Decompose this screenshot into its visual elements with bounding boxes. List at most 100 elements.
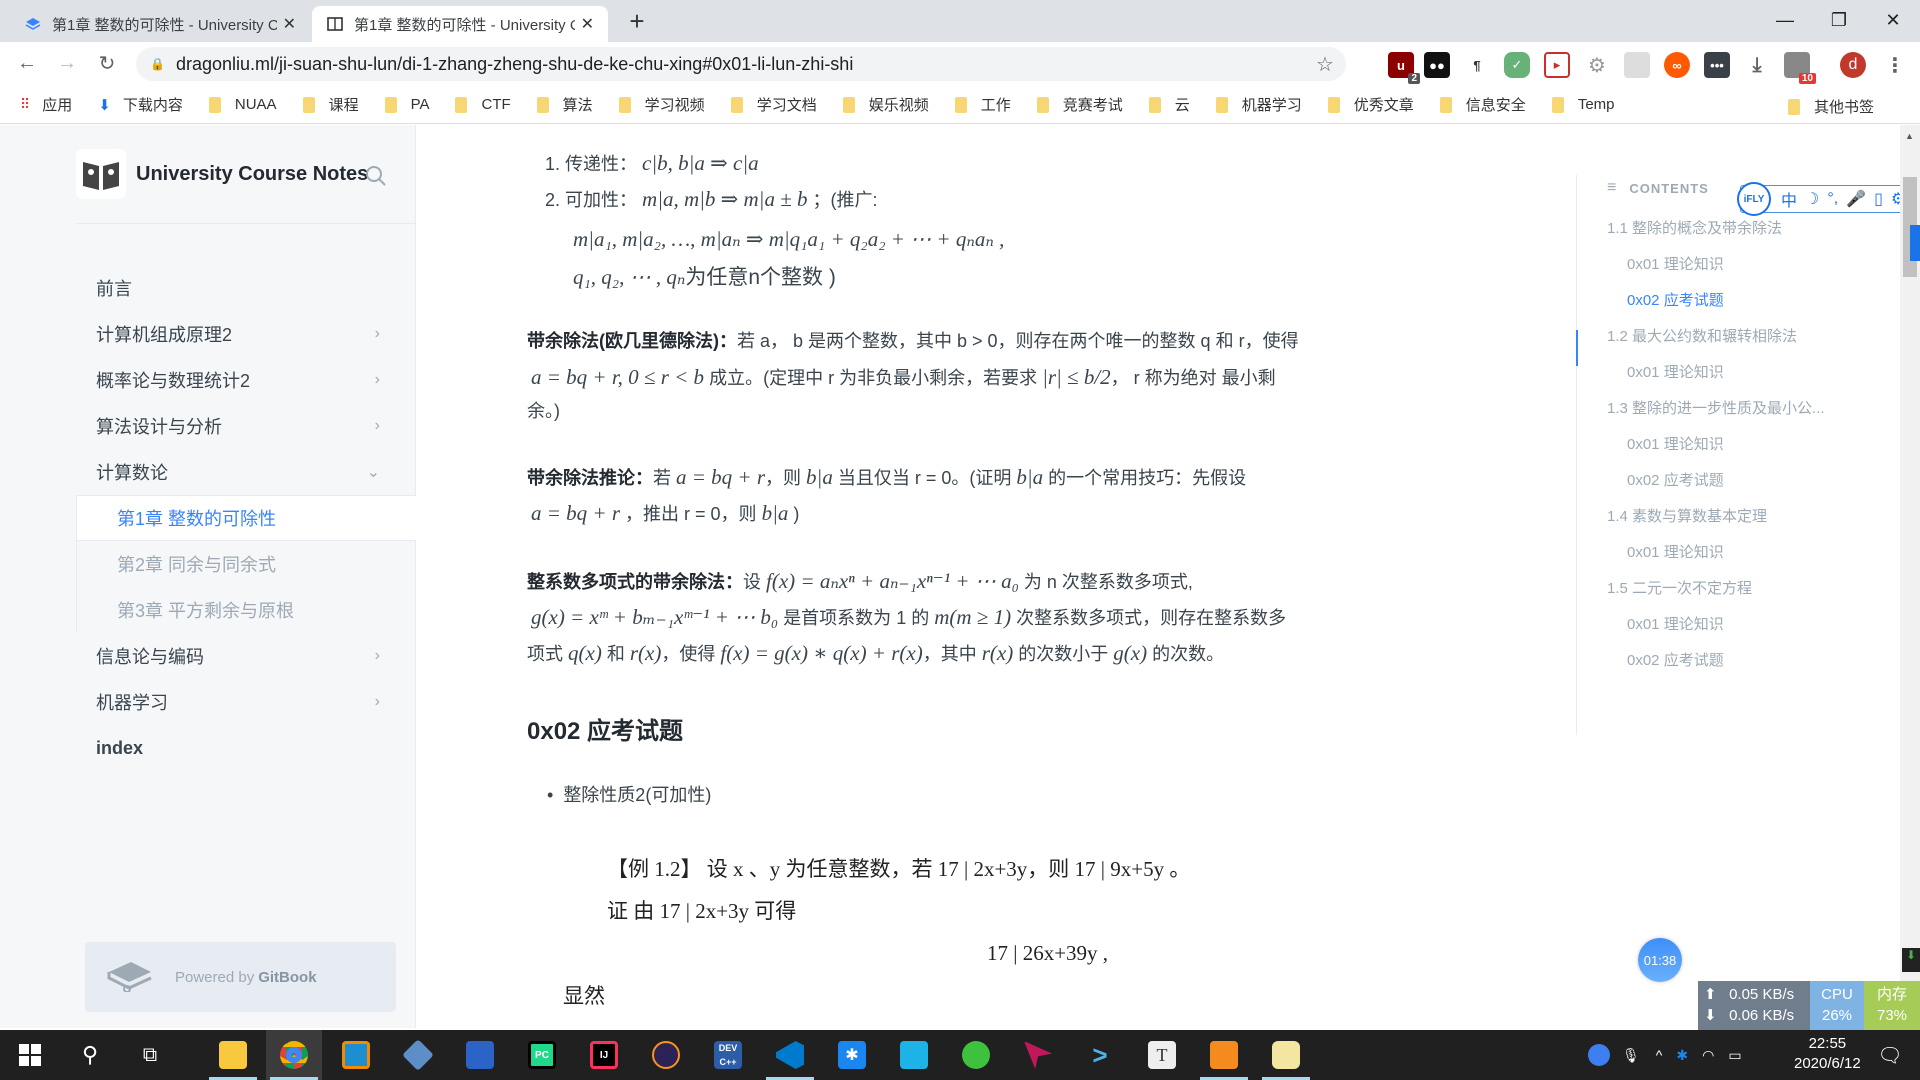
toc-item[interactable]: 1.4 素数与算数基本定理	[1607, 505, 1767, 526]
profile-avatar[interactable]: d	[1840, 52, 1866, 78]
forward-button[interactable]: →	[52, 48, 82, 78]
minimize-button[interactable]: —	[1758, 0, 1812, 40]
bookmark-folder[interactable]: 云	[1148, 94, 1190, 115]
tab-active[interactable]: 第1章 整数的可除性 - University Course Notes ✕	[312, 6, 608, 42]
toc-item[interactable]: 0x01 理论知识	[1627, 613, 1724, 634]
eclipse-icon[interactable]	[638, 1030, 694, 1080]
wechat-icon[interactable]	[948, 1030, 1004, 1080]
tab-inactive[interactable]: 第1章 整数的可除性 - University Course Notes ✕	[10, 6, 310, 42]
ublock-icon[interactable]: u2	[1388, 52, 1420, 84]
virtualbox-icon[interactable]	[390, 1030, 446, 1080]
bookmark-folder[interactable]: 优秀文章	[1327, 94, 1414, 115]
toc-item[interactable]: 0x01 理论知识	[1627, 253, 1724, 274]
back-button[interactable]: ←	[12, 48, 42, 78]
pycharm-icon[interactable]: PC	[514, 1030, 570, 1080]
toc-item[interactable]: 0x01 理论知识	[1627, 361, 1724, 382]
close-tab-icon[interactable]: ✕	[581, 14, 594, 34]
lanxin-icon[interactable]: ✱	[824, 1030, 880, 1080]
close-tab-icon[interactable]: ✕	[283, 14, 296, 34]
new-tab-button[interactable]: +	[622, 6, 652, 36]
down-arrow-icon[interactable]: ⬇	[1902, 948, 1920, 972]
moon-icon[interactable]: ☽	[1805, 189, 1819, 209]
chevron-right-icon[interactable]: ›	[375, 417, 380, 435]
lanxin-tray-icon[interactable]: ✱	[1676, 1047, 1688, 1064]
search-icon[interactable]: ⚲	[62, 1030, 118, 1080]
close-window-button[interactable]: ✕	[1866, 0, 1920, 40]
toc-item[interactable]: 0x01 理论知识	[1627, 541, 1724, 562]
toc-item[interactable]: 0x01 理论知识	[1627, 433, 1724, 454]
foxit-pdf-icon[interactable]	[1196, 1030, 1252, 1080]
powered-by-gitbook[interactable]: Powered by GitBook	[85, 942, 396, 1012]
cleanup-icon[interactable]	[1258, 1030, 1314, 1080]
download-icon[interactable]: ⤓	[1744, 52, 1770, 78]
menu-icon[interactable]: ⋮	[1882, 52, 1908, 78]
bookmark-folder[interactable]: 信息安全	[1439, 94, 1526, 115]
chrome-icon[interactable]	[266, 1030, 322, 1080]
bookmark-folder[interactable]: 娱乐视频	[842, 94, 929, 115]
sidebar-item-machine-learning[interactable]: 机器学习 ›	[76, 679, 416, 725]
send-icon[interactable]	[1010, 1030, 1066, 1080]
chevron-right-icon[interactable]: ›	[375, 647, 380, 665]
bookmark-folder[interactable]: NUAA	[208, 96, 277, 113]
adguard-icon[interactable]: ✓	[1504, 52, 1530, 78]
bookmark-folder[interactable]: 竞赛考试	[1036, 94, 1123, 115]
microphone-icon[interactable]: 🎤	[1846, 189, 1866, 209]
sidebar-item-index[interactable]: index	[76, 725, 416, 771]
bookmark-folder[interactable]: 工作	[954, 94, 1011, 115]
bookmark-folder[interactable]: 学习文档	[730, 94, 817, 115]
sidebar-item-algorithms[interactable]: 算法设计与分析 ›	[76, 403, 416, 449]
chinese-input-icon[interactable]: 中	[1781, 187, 1797, 211]
intellij-icon[interactable]: IJ	[576, 1030, 632, 1080]
microphone-icon[interactable]: 🎙	[1622, 1047, 1640, 1064]
reload-button[interactable]: ↻	[92, 48, 122, 78]
bookmark-folder[interactable]: Temp	[1551, 96, 1615, 113]
page-scrollbar[interactable]: ▲ ⬇	[1900, 125, 1920, 1028]
toc-item[interactable]: 1.1 整除的概念及带余除法	[1607, 217, 1782, 238]
chevron-down-icon[interactable]: ⌄	[367, 462, 380, 482]
bookmark-downloads[interactable]: ⬇ 下载内容	[98, 94, 183, 115]
toc-item[interactable]: 1.5 二元一次不定方程	[1607, 577, 1752, 598]
search-icon[interactable]	[365, 165, 387, 193]
bookmark-folder[interactable]: 学习视频	[618, 94, 705, 115]
gear-ext-icon[interactable]: ⚙	[1584, 52, 1610, 78]
file-explorer-icon[interactable]	[205, 1030, 261, 1080]
qq-icon[interactable]	[886, 1030, 942, 1080]
terminal-icon[interactable]: >	[1072, 1030, 1128, 1080]
tablet-icon[interactable]: ▯	[1874, 189, 1883, 209]
taskbar-clock[interactable]: 22:55 2020/6/12	[1794, 1034, 1861, 1074]
start-button[interactable]	[2, 1030, 58, 1080]
punctuation-icon[interactable]: °,	[1827, 190, 1838, 208]
password-icon[interactable]: •••	[1704, 52, 1730, 78]
sidebar-item-preface[interactable]: 前言	[76, 265, 416, 311]
toc-item[interactable]: 1.2 最大公约数和辗转相除法	[1607, 325, 1797, 346]
chevron-up-icon[interactable]: ^	[1656, 1047, 1663, 1063]
toc-item-active[interactable]: 0x02 应考试题	[1627, 289, 1724, 310]
ifly-tray-icon[interactable]	[1588, 1044, 1610, 1066]
infinity-icon[interactable]: ∞	[1664, 52, 1690, 78]
site-brand[interactable]: University Course Notes	[76, 149, 368, 199]
chevron-right-icon[interactable]: ›	[375, 371, 380, 389]
bookmark-folder[interactable]: 课程	[302, 94, 359, 115]
maximize-button[interactable]: ❐	[1812, 0, 1866, 40]
bookmark-folder[interactable]: 机器学习	[1215, 94, 1302, 115]
ifly-logo-icon[interactable]: iFLY	[1737, 182, 1771, 216]
timer-bubble[interactable]: 01:38	[1638, 938, 1682, 982]
bookmark-folder[interactable]: PA	[384, 96, 429, 113]
chevron-right-icon[interactable]: ›	[375, 693, 380, 711]
tampermonkey-icon[interactable]: ●●	[1424, 52, 1450, 78]
url-text[interactable]: dragonliu.ml/ji-suan-shu-lun/di-1-zhang-…	[176, 54, 1316, 75]
caption-icon[interactable]	[1624, 52, 1650, 78]
typora-icon[interactable]: T	[1134, 1030, 1190, 1080]
task-view-icon[interactable]: ⧉	[122, 1030, 178, 1080]
notification-icon[interactable]: 🗨	[1862, 1030, 1918, 1080]
bookmark-apps[interactable]: ⠿ 应用	[20, 94, 72, 115]
bookmark-folder[interactable]: CTF	[455, 96, 511, 113]
sidebar-item-computer-organization[interactable]: 计算机组成原理2 ›	[76, 311, 416, 357]
toc-item[interactable]: 1.3 整除的进一步性质及最小公...	[1607, 397, 1825, 418]
ifly-side-tab[interactable]	[1910, 225, 1920, 261]
bookmark-folder[interactable]: 算法	[536, 94, 593, 115]
toc-item[interactable]: 0x02 应考试题	[1627, 469, 1724, 490]
sidebar-item-chapter-3[interactable]: 第3章 平方剩余与原根	[76, 587, 416, 633]
pilcrow-icon[interactable]: ¶	[1464, 52, 1490, 78]
sidebar-item-probability[interactable]: 概率论与数理统计2 ›	[76, 357, 416, 403]
